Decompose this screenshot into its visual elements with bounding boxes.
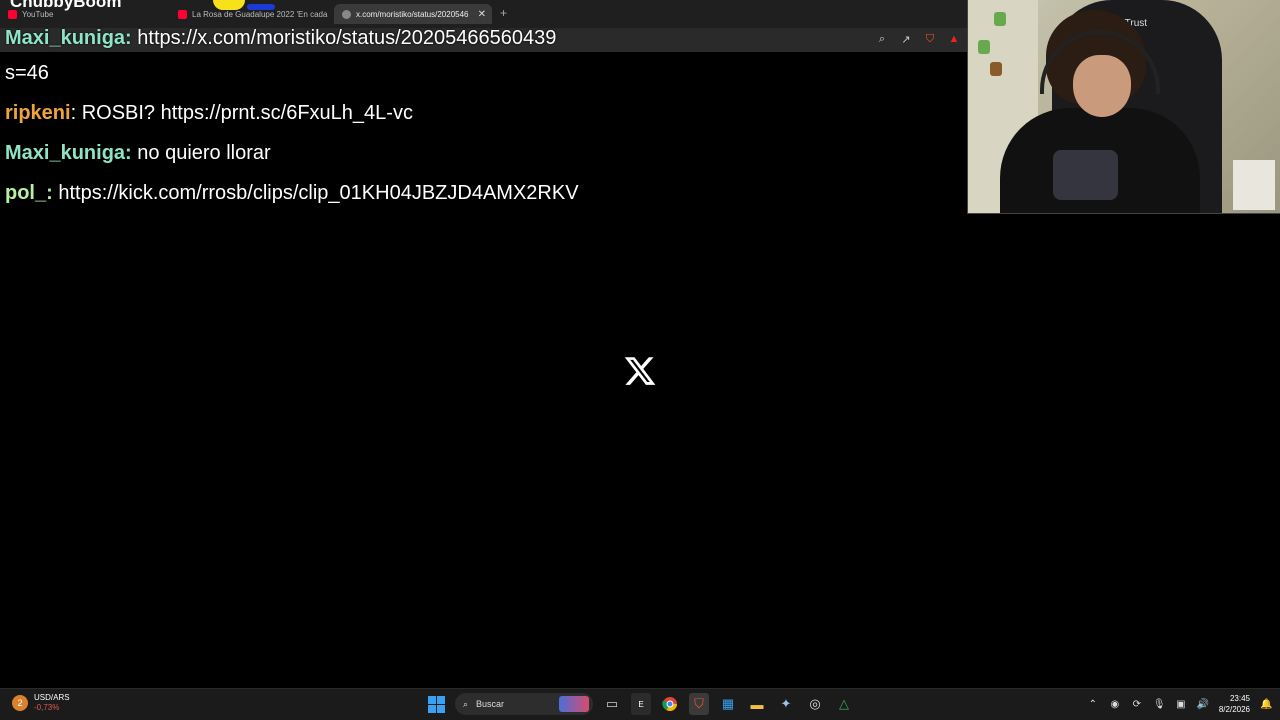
ticker-value: -0,73% <box>34 703 60 712</box>
chat-colon: : <box>125 142 132 164</box>
chat-message: s=46 <box>5 60 635 86</box>
chat-message: Maxi_kuniga: https://x.com/moristiko/sta… <box>5 25 635 51</box>
windows-icon <box>427 695 445 713</box>
windows-taskbar: 2 USD/ARS -0,73% ⌕ Buscar ▭ E ⛉ ▦ ▬ ✦ ◎ … <box>0 688 1280 720</box>
chevron-up-icon[interactable]: ⌃ <box>1087 699 1099 710</box>
close-tab-icon[interactable]: ✕ <box>478 9 486 20</box>
stream-title: ChubbyBoom <box>10 0 122 11</box>
tab-label: x.com/moristiko/status/2020546 <box>356 9 469 19</box>
chat-text: ROSBI? https://prnt.sc/6FxuLh_4L-vc <box>76 102 413 124</box>
x-logo-icon <box>624 357 656 385</box>
streamer-face <box>1073 55 1131 117</box>
microphone-icon[interactable]: 🎙 <box>1153 699 1166 710</box>
chat-username: ripkeni <box>5 102 71 124</box>
flame-icon: 2 <box>12 695 28 711</box>
epic-games-icon[interactable]: E <box>631 693 651 715</box>
taskbar-search[interactable]: ⌕ Buscar <box>455 693 593 715</box>
rewards-icon[interactable]: ▲ <box>947 32 961 46</box>
volume-icon[interactable]: 🔊 <box>1197 699 1209 710</box>
chat-text: s=46 <box>5 62 49 84</box>
browser-tab-strip: YouTube La Rosa de Guadalupe 2022 'En ca… <box>0 0 967 28</box>
google-drive-icon[interactable]: △ <box>834 693 854 715</box>
chat-colon: : <box>46 182 53 204</box>
chat-text: https://x.com/moristiko/status/202054665… <box>131 27 557 49</box>
clock-date: 8/2/2026 <box>1218 705 1250 714</box>
chat-colon: : <box>125 27 132 49</box>
obs-icon[interactable]: ◎ <box>805 693 825 715</box>
tab-x-status[interactable]: x.com/moristiko/status/2020546 ✕ <box>334 4 492 24</box>
taskbar-apps: ⌕ Buscar ▭ E ⛉ ▦ ▬ ✦ ◎ △ <box>426 693 854 715</box>
chat-username: Maxi_kuniga <box>5 27 126 49</box>
chat-message: Maxi_kuniga: no quiero llorar <box>5 140 635 166</box>
brave-shield-icon[interactable]: ⛉ <box>923 32 937 46</box>
chat-username: pol_ <box>5 182 47 204</box>
youtube-icon <box>178 9 187 19</box>
emote-decoration <box>213 0 245 10</box>
notification-icon[interactable]: 🔔 <box>1260 699 1272 710</box>
wall-sticker <box>978 40 990 54</box>
start-button[interactable] <box>426 693 446 715</box>
stock-widget[interactable]: 2 USD/ARS -0,73% <box>12 693 70 713</box>
webcam-feed: XTrust <box>967 0 1280 214</box>
share-icon[interactable]: ↗ <box>899 32 913 46</box>
system-tray: ⌃ ◉ ⟳ 🎙 ▣ 🔊 23:45 8/2/2026 🔔 <box>1087 693 1273 715</box>
search-placeholder: Buscar <box>476 699 505 709</box>
chat-text: no quiero llorar <box>131 142 271 164</box>
clock-time: 23:45 <box>1229 694 1250 703</box>
wall-sticker <box>994 12 1006 26</box>
search-highlight-icon <box>559 696 589 712</box>
discord-icon[interactable]: ◉ <box>1109 699 1121 710</box>
shirt-print <box>1053 150 1118 200</box>
chat-message: ripkeni: ROSBI? https://prnt.sc/6FxuLh_4… <box>5 100 635 126</box>
clock[interactable]: 23:45 8/2/2026 <box>1219 693 1250 715</box>
emote-decoration <box>247 4 275 10</box>
brave-browser-icon[interactable]: ⛉ <box>689 693 709 715</box>
globe-icon <box>342 9 351 19</box>
task-view-icon[interactable]: ▭ <box>602 693 622 715</box>
address-bar-actions: ⌕ ↗ ⛉ ▲ <box>875 32 961 46</box>
zoom-icon[interactable]: ⌕ <box>875 32 889 46</box>
steam-icon[interactable]: ✦ <box>776 693 796 715</box>
network-icon[interactable]: ▣ <box>1175 699 1187 710</box>
new-tab-button[interactable]: + <box>500 6 507 20</box>
search-icon: ⌕ <box>463 698 469 709</box>
chat-text: https://kick.com/rrosb/clips/clip_01KH04… <box>52 182 579 204</box>
tab-label: La Rosa de Guadalupe 2022 'En cada <box>192 9 328 19</box>
microsoft-store-icon[interactable]: ▦ <box>718 693 738 715</box>
file-explorer-icon[interactable]: ▬ <box>747 693 767 715</box>
chat-message: pol_: https://kick.com/rrosb/clips/clip_… <box>5 180 635 206</box>
sync-icon[interactable]: ⟳ <box>1131 699 1143 710</box>
chat-username: Maxi_kuniga <box>5 142 126 164</box>
background-object <box>1233 160 1275 210</box>
wall-sticker <box>990 62 1002 76</box>
chrome-icon[interactable] <box>660 693 680 715</box>
ticker-label: USD/ARS <box>34 693 70 702</box>
